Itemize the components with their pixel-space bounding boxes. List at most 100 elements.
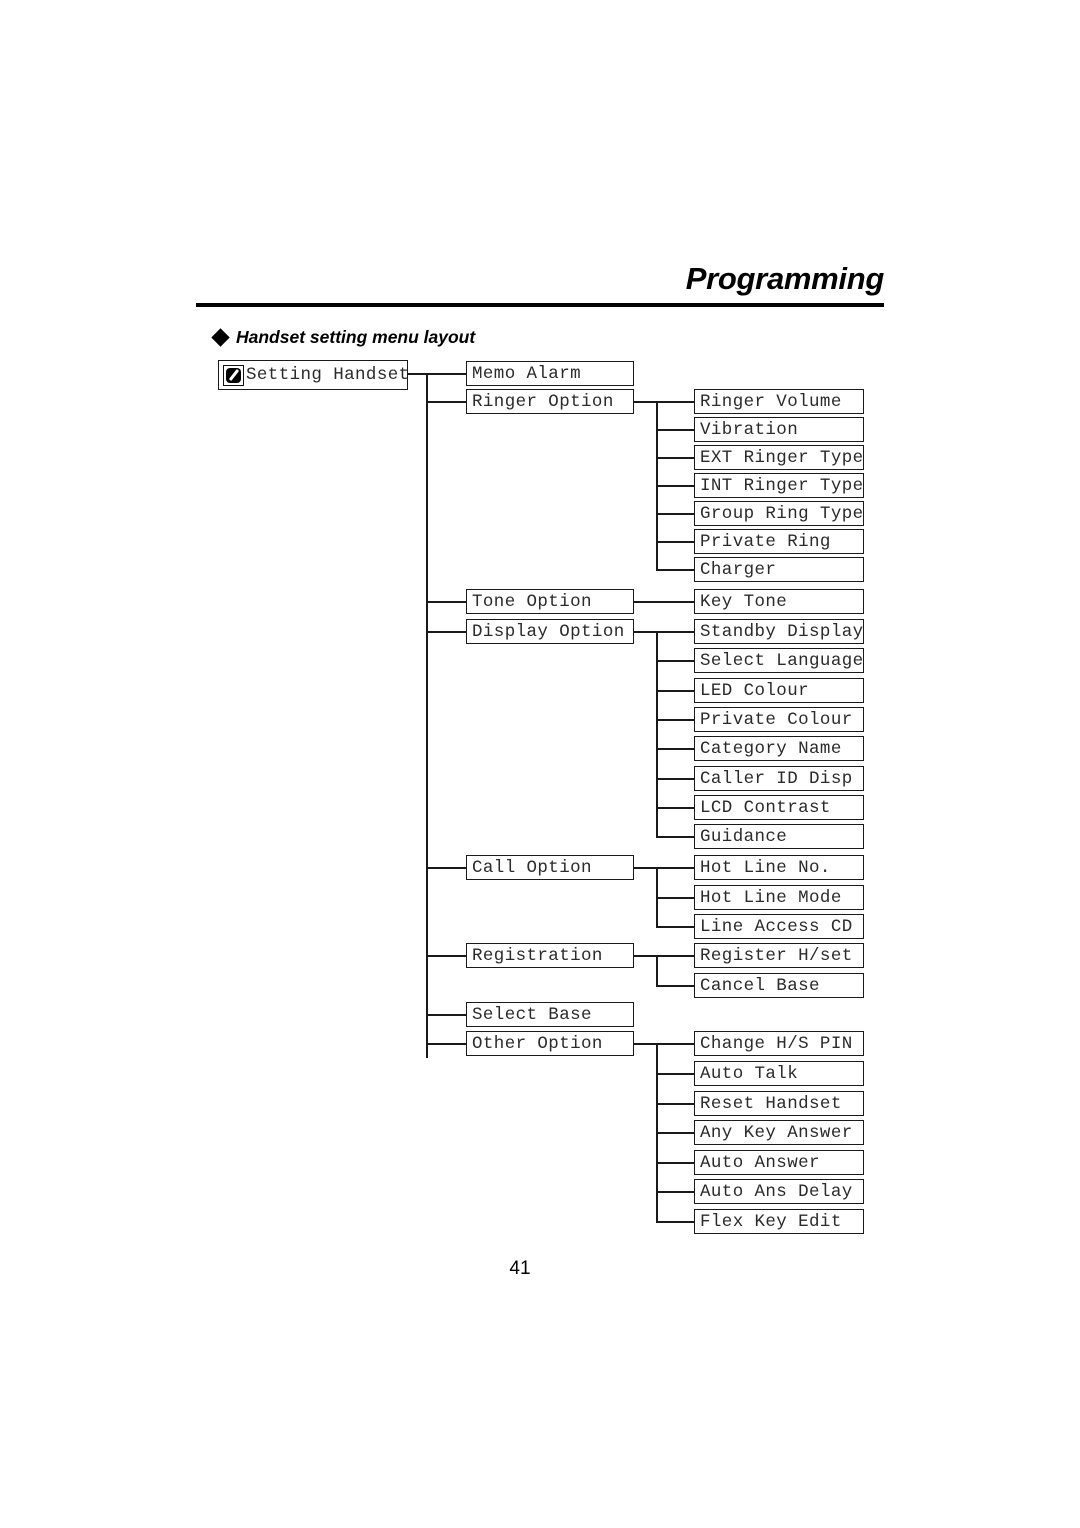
- tree-node-label: Standby Display: [700, 621, 864, 642]
- connector-child-branch: [656, 485, 696, 488]
- tree-node-select-base[interactable]: Select Base: [466, 1002, 634, 1027]
- tree-node-ext-ringer-type[interactable]: EXT Ringer Type: [694, 445, 864, 470]
- connector-child-branch: [656, 748, 696, 751]
- handset-setting-menu-tree: Setting Handset Memo Alarm Ringer Option…: [0, 0, 1080, 1528]
- tree-node-auto-answer[interactable]: Auto Answer: [694, 1150, 864, 1175]
- connector-child-branch: [656, 807, 696, 810]
- tree-node-label: Vibration: [700, 419, 799, 440]
- connector-child-branch: [656, 985, 696, 988]
- connector-child-branch: [656, 926, 696, 929]
- connector-child-branch: [656, 1132, 696, 1135]
- tree-node-label: Register H/set: [700, 945, 853, 966]
- connector-level1-branch: [426, 401, 468, 404]
- tree-node-any-key-answer[interactable]: Any Key Answer: [694, 1120, 864, 1145]
- tree-node-label: Flex Key Edit: [700, 1211, 842, 1232]
- page-number: 41: [509, 1258, 531, 1279]
- tree-node-key-tone[interactable]: Key Tone: [694, 589, 864, 614]
- connector-child-branch: [656, 1162, 696, 1165]
- tree-node-ringer-option[interactable]: Ringer Option: [466, 389, 634, 414]
- tree-node-label: Auto Ans Delay: [700, 1181, 853, 1202]
- tree-node-label: Setting Handset: [246, 365, 410, 385]
- tree-node-private-ring[interactable]: Private Ring: [694, 529, 864, 554]
- tree-node-label: Category Name: [700, 738, 842, 759]
- tree-node-call-option[interactable]: Call Option: [466, 855, 634, 880]
- tree-node-label: Guidance: [700, 826, 788, 847]
- tree-node-tone-option[interactable]: Tone Option: [466, 589, 634, 614]
- tree-node-label: EXT Ringer Type: [700, 447, 864, 468]
- connector-child-branch: [656, 897, 696, 900]
- connector-child-branch: [656, 569, 696, 572]
- tree-node-hot-line-no[interactable]: Hot Line No.: [694, 855, 864, 880]
- tree-node-label: Hot Line Mode: [700, 887, 842, 908]
- connector-level1-branch: [426, 1043, 468, 1046]
- connector-child-branch: [656, 513, 696, 516]
- tree-node-standby-display[interactable]: Standby Display: [694, 619, 864, 644]
- connector-level1-branch: [426, 601, 468, 604]
- connector-child-branch: [656, 690, 696, 693]
- connector-child-branch: [656, 867, 696, 870]
- tree-node-group-ring-type[interactable]: Group Ring Type: [694, 501, 864, 526]
- connector-level1-branch: [426, 955, 468, 958]
- tree-node-select-language[interactable]: Select Language: [694, 648, 864, 673]
- tree-node-label: Hot Line No.: [700, 857, 831, 878]
- tree-node-ringer-volume[interactable]: Ringer Volume: [694, 389, 864, 414]
- tree-node-display-option[interactable]: Display Option: [466, 619, 634, 644]
- connector-child-branch: [656, 429, 696, 432]
- tree-node-guidance[interactable]: Guidance: [694, 824, 864, 849]
- tree-node-line-access-cd[interactable]: Line Access CD: [694, 914, 864, 939]
- connector-level1-branch: [426, 867, 468, 870]
- tree-node-auto-talk[interactable]: Auto Talk: [694, 1061, 864, 1086]
- tree-node-reset-handset[interactable]: Reset Handset: [694, 1091, 864, 1116]
- tree-node-setting-handset[interactable]: Setting Handset: [218, 360, 410, 390]
- connector-child-branch: [656, 778, 696, 781]
- tree-node-caller-id-disp[interactable]: Caller ID Disp: [694, 766, 864, 791]
- connector-child-branch: [656, 719, 696, 722]
- tree-node-label: Memo Alarm: [472, 363, 582, 384]
- connector-level1-branch: [426, 373, 468, 376]
- tree-node-label: Group Ring Type: [700, 503, 864, 524]
- connector-child-branch: [656, 1103, 696, 1106]
- connector-child-branch: [656, 1221, 696, 1224]
- tree-node-flex-key-edit[interactable]: Flex Key Edit: [694, 1209, 864, 1234]
- connector-child-branch: [656, 631, 696, 634]
- handset-icon: [223, 364, 244, 386]
- tree-node-label: Tone Option: [472, 591, 592, 612]
- tree-node-other-option[interactable]: Other Option: [466, 1031, 634, 1056]
- tree-node-label: Line Access CD: [700, 916, 853, 937]
- tree-node-vibration[interactable]: Vibration: [694, 417, 864, 442]
- tree-node-label: Private Ring: [700, 531, 831, 552]
- tree-node-label: Caller ID Disp: [700, 768, 853, 789]
- connector-level1-branch: [426, 631, 468, 634]
- tree-node-private-colour[interactable]: Private Colour: [694, 707, 864, 732]
- tree-node-label: Cancel Base: [700, 975, 820, 996]
- tree-node-lcd-contrast[interactable]: LCD Contrast: [694, 795, 864, 820]
- connector-child-branch: [656, 836, 696, 839]
- connector-root-stub: [408, 373, 428, 376]
- tree-node-led-colour[interactable]: LED Colour: [694, 678, 864, 703]
- tree-node-label: Registration: [472, 945, 603, 966]
- tree-node-memo-alarm[interactable]: Memo Alarm: [466, 361, 634, 386]
- tree-node-label: Change H/S PIN: [700, 1033, 853, 1054]
- tree-node-auto-ans-delay[interactable]: Auto Ans Delay: [694, 1179, 864, 1204]
- tree-node-label: Select Base: [472, 1004, 592, 1025]
- connector-child-branch: [656, 1043, 696, 1046]
- tree-node-label: LED Colour: [700, 680, 810, 701]
- tree-node-int-ringer-type[interactable]: INT Ringer Type: [694, 473, 864, 498]
- tree-node-label: Auto Answer: [700, 1152, 820, 1173]
- tree-node-label: Key Tone: [700, 591, 788, 612]
- tree-node-label: Private Colour: [700, 709, 853, 730]
- tree-node-label: Any Key Answer: [700, 1122, 853, 1143]
- connector-child-branch: [656, 457, 696, 460]
- tree-node-register-hset[interactable]: Register H/set: [694, 943, 864, 968]
- tree-node-change-hs-pin[interactable]: Change H/S PIN: [694, 1031, 864, 1056]
- tree-node-hot-line-mode[interactable]: Hot Line Mode: [694, 885, 864, 910]
- tree-node-label: Ringer Volume: [700, 391, 842, 412]
- connector-child-branch: [656, 1073, 696, 1076]
- connector-child-branch: [656, 541, 696, 544]
- tree-node-label: INT Ringer Type: [700, 475, 864, 496]
- tree-node-label: Call Option: [472, 857, 592, 878]
- tree-node-category-name[interactable]: Category Name: [694, 736, 864, 761]
- tree-node-cancel-base[interactable]: Cancel Base: [694, 973, 864, 998]
- tree-node-registration[interactable]: Registration: [466, 943, 634, 968]
- tree-node-charger[interactable]: Charger: [694, 557, 864, 582]
